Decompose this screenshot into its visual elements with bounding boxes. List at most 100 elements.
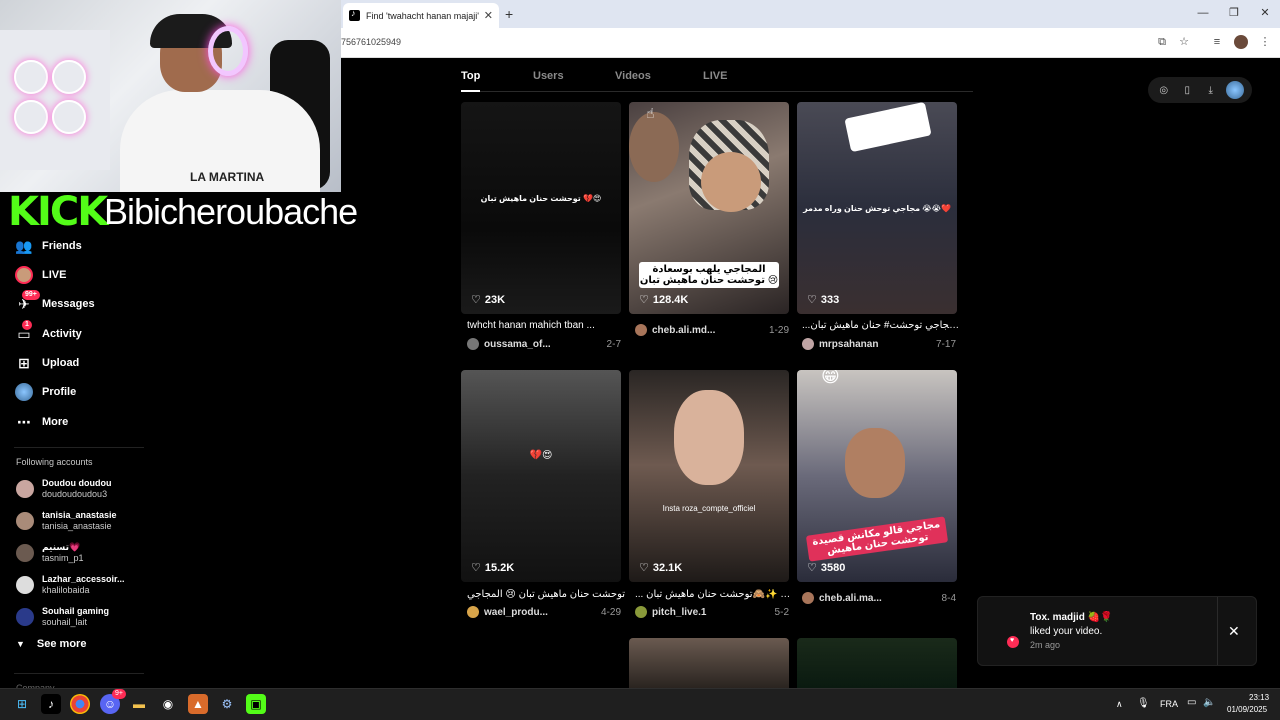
video-caption[interactable]: ...اي المجاجي توحشت# حنان ماهيش تبان — [802, 320, 962, 331]
account-name: تسنيم💗 — [42, 542, 81, 552]
nav-friends[interactable]: 👥 Friends — [14, 232, 81, 260]
video-meta[interactable]: wael_produ... 4-29 — [467, 606, 627, 618]
mobile-icon[interactable]: ▯ — [1179, 85, 1195, 96]
video-author: cheb.ali.md... — [652, 324, 716, 336]
editor-app-icon[interactable]: ▲ — [188, 694, 208, 714]
minimize-button[interactable]: — — [1195, 5, 1211, 21]
nav-profile[interactable]: Profile — [14, 378, 76, 406]
reading-list-icon[interactable]: ≡ — [1210, 35, 1224, 49]
discord-icon[interactable]: ☺ 9+ — [100, 689, 126, 714]
avatar — [16, 608, 34, 626]
tab-top[interactable]: Top — [461, 70, 480, 82]
video-likes: ♡ 15.2K — [471, 561, 515, 575]
menu-kebab-icon[interactable]: ⋮ — [1258, 35, 1272, 49]
heart-icon: ♡ — [807, 294, 817, 306]
url-text[interactable]: 756761025949 — [341, 37, 401, 47]
video-caption[interactable]: توحشت حنان ماهيش تبان 😢 المجاجي — [467, 589, 627, 600]
video-date: 2-7 — [606, 338, 621, 350]
heart-icon: ♡ — [471, 562, 481, 574]
browser-tab[interactable]: Find 'twahacht hanan majaji' on ✕ — [343, 3, 499, 28]
video-caption[interactable]: ... روزة# ✨🙈توحشت حنان ماهيش تبان — [635, 589, 795, 600]
video-meta[interactable]: mrpsahanan 7-17 — [802, 338, 962, 350]
tab-close-icon[interactable]: ✕ — [484, 9, 493, 22]
windows-start-icon[interactable]: ⊞ — [12, 694, 32, 714]
tab-active-indicator — [461, 90, 480, 92]
steam-icon[interactable]: ⚙ — [217, 694, 237, 714]
volume-icon[interactable]: 🔈 — [1203, 697, 1215, 708]
video-banner-text: المجاجي يلهب بوسعادة توحشت حنان ماهيش تب… — [639, 262, 779, 288]
video-thumbnail[interactable]: 😁 مجاجي قالو مكانش قصيدة توحشت حنان ماهي… — [797, 370, 957, 582]
following-account[interactable]: Lazhar_accessoir... khalilobaida — [16, 570, 125, 600]
hand-cursor-icon: ☝ — [646, 105, 655, 121]
close-window-button[interactable]: ✕ — [1257, 5, 1273, 21]
kick-logo: KICK — [8, 189, 108, 235]
headset-icon — [208, 26, 248, 76]
video-thumbnail[interactable]: مجاجي توحش حنان وراه مدمر 😭😭❤️ ♡ 333 — [797, 102, 957, 314]
heart-icon: ♡ — [639, 562, 649, 574]
chrome-icon[interactable] — [70, 694, 90, 714]
kick-app-icon[interactable]: ▣ — [246, 694, 266, 714]
clock-date[interactable]: 01/09/2025 — [1227, 705, 1267, 714]
microphone-icon[interactable]: 🎙 — [1137, 698, 1150, 709]
video-meta[interactable]: pitch_live.1 5-2 — [635, 606, 795, 618]
nav-activity[interactable]: ▭ 1 Activity — [14, 320, 82, 348]
video-thumbnail[interactable]: 💔😍 ♡ 15.2K — [461, 370, 621, 582]
profile-avatar-icon[interactable] — [1234, 35, 1248, 49]
tray-chevron-icon[interactable]: ∧ — [1116, 699, 1123, 710]
tab-live[interactable]: LIVE — [703, 70, 727, 82]
video-thumbnail[interactable] — [629, 638, 789, 688]
video-author: pitch_live.1 — [652, 606, 707, 618]
video-likes: ♡ 333 — [807, 293, 840, 307]
download-icon[interactable]: ⤓ — [1203, 85, 1219, 96]
address-bar[interactable] — [341, 28, 1280, 58]
bookmark-star-icon[interactable]: ☆ — [1177, 35, 1191, 49]
close-icon[interactable]: ✕ — [1228, 623, 1240, 640]
cast-icon[interactable]: ⧉ — [1155, 35, 1169, 49]
video-meta[interactable]: cheb.ali.ma... 8-4 — [802, 592, 962, 604]
video-author: mrpsahanan — [819, 338, 879, 350]
account-handle: khalilobaida — [42, 585, 90, 595]
video-meta[interactable]: cheb.ali.md... 1-29 — [635, 324, 795, 336]
following-account[interactable]: tanisia_anastasie tanisia_anastasie — [16, 506, 117, 536]
compass-icon[interactable]: ◎ — [1156, 85, 1172, 96]
tab-videos[interactable]: Videos — [615, 70, 651, 82]
following-account[interactable]: Souhail gaming souhail_lait — [16, 602, 109, 632]
video-overlay-text: Insta roza_compte_officiel — [662, 504, 756, 513]
video-thumbnail[interactable]: Insta roza_compte_officiel ♡ 32.1K — [629, 370, 789, 582]
language-indicator[interactable]: FRA — [1160, 699, 1178, 709]
woman-face — [674, 390, 744, 485]
nav-more[interactable]: ⋯ More — [14, 408, 68, 436]
tiktok-app-icon[interactable]: ♪ — [41, 694, 61, 714]
see-more-label: See more — [36, 638, 87, 650]
video-caption[interactable]: twhcht hanan mahich tban ... — [467, 320, 627, 331]
clock-time[interactable]: 23:13 — [1249, 693, 1269, 702]
pc-case — [0, 30, 110, 170]
video-thumbnail[interactable]: توحشت حنان ماهيش تبان 💔😍 ♡ 23K — [461, 102, 621, 314]
video-overlay-text: توحشت حنان ماهيش تبان 💔😍 — [480, 194, 602, 203]
new-tab-button[interactable]: + — [505, 5, 519, 23]
folder-icon[interactable]: ▬ — [129, 694, 149, 714]
heart-icon: ♡ — [807, 562, 817, 574]
activity-badge: 1 — [22, 320, 32, 330]
messages-icon: ✈ 99+ — [14, 290, 40, 314]
see-more-button[interactable]: ▼ See more — [16, 638, 86, 650]
tab-title: Find 'twahacht hanan majaji' on — [366, 10, 480, 21]
video-meta[interactable]: oussama_of... 2-7 — [467, 338, 627, 350]
video-thumbnail[interactable]: المجاجي يلهب بوسعادة توحشت حنان ماهيش تب… — [629, 102, 789, 314]
notification-text: liked your video. — [1030, 626, 1103, 637]
tab-users[interactable]: Users — [533, 70, 564, 82]
avatar — [802, 592, 814, 604]
nav-upload[interactable]: ⊞ Upload — [14, 349, 79, 377]
video-thumbnail[interactable] — [797, 638, 957, 688]
maximize-button[interactable]: ❐ — [1226, 5, 1242, 21]
video-date: 7-17 — [935, 338, 956, 350]
avatar[interactable] — [1226, 81, 1245, 99]
nav-live[interactable]: LIVE — [14, 261, 66, 289]
nav-messages[interactable]: ✈ 99+ Messages — [14, 290, 95, 318]
avatar — [635, 606, 647, 618]
network-icon[interactable]: ▭ — [1187, 697, 1196, 708]
notification-toast[interactable] — [977, 596, 1257, 666]
following-account[interactable]: تسنيم💗 tasnim_p1 — [16, 538, 84, 568]
following-account[interactable]: Doudou doudou doudoudoudou3 — [16, 474, 111, 504]
search-app-icon[interactable]: ◉ — [158, 694, 178, 714]
